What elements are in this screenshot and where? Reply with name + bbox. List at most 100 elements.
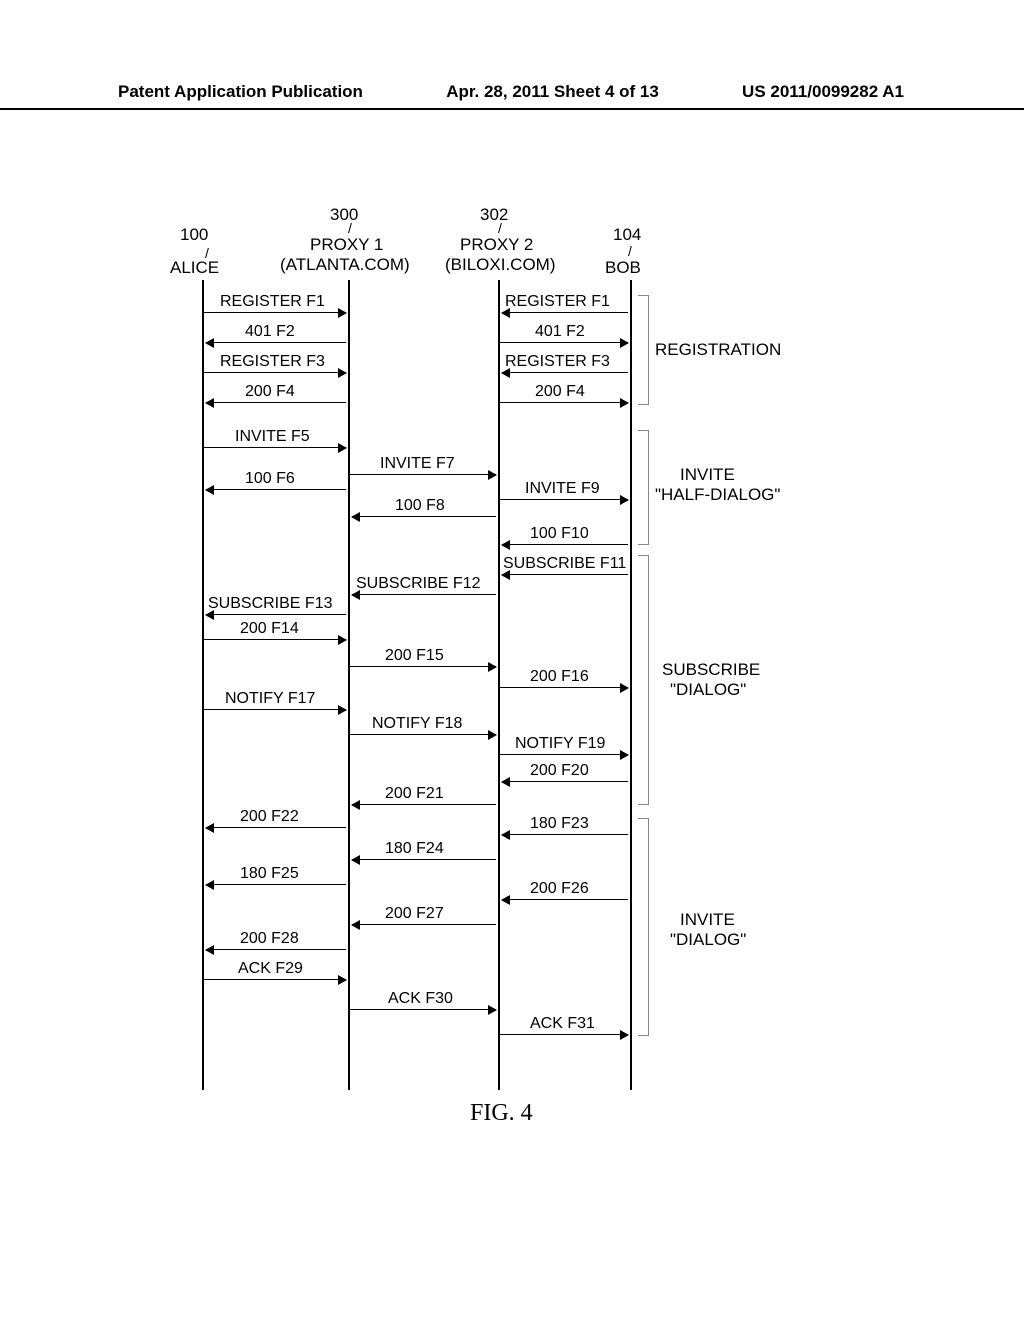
tick-mark: / <box>348 220 352 236</box>
msg-200-f14: 200 F14 <box>240 620 299 638</box>
msg-100-f8: 100 F8 <box>395 497 445 515</box>
arrow <box>502 899 628 900</box>
msg-200-f15: 200 F15 <box>385 647 444 665</box>
lifeline-alice <box>202 280 204 1090</box>
actor-alice-name: ALICE <box>170 258 219 278</box>
arrow <box>206 402 346 403</box>
tick-mark: / <box>498 220 502 236</box>
lifeline-bob <box>630 280 632 1090</box>
arrow <box>204 372 346 373</box>
arrow <box>204 447 346 448</box>
tick-mark: / <box>628 243 632 259</box>
phase-invite-half-a: INVITE <box>680 465 735 485</box>
arrow <box>500 499 628 500</box>
phase-invite-dialog-a: INVITE <box>680 910 735 930</box>
arrow <box>500 1034 628 1035</box>
arrow <box>352 516 496 517</box>
msg-ack-f30: ACK F30 <box>388 990 453 1008</box>
msg-200-f4-b: 200 F4 <box>535 383 585 401</box>
msg-notify-f17: NOTIFY F17 <box>225 690 315 708</box>
msg-subscribe-f11: SUBSCRIBE F11 <box>503 555 626 573</box>
arrow <box>502 372 628 373</box>
actor-bob-ref: 104 <box>613 225 641 245</box>
actor-alice-ref: 100 <box>180 225 208 245</box>
msg-200-f27: 200 F27 <box>385 905 444 923</box>
msg-notify-f18: NOTIFY F18 <box>372 715 462 733</box>
msg-invite-f7: INVITE F7 <box>380 455 455 473</box>
arrow <box>206 342 346 343</box>
arrow <box>350 474 496 475</box>
msg-200-f4-a: 200 F4 <box>245 383 295 401</box>
actor-proxy2-name: PROXY 2 <box>460 235 533 255</box>
arrow <box>352 924 496 925</box>
msg-subscribe-f12: SUBSCRIBE F12 <box>356 575 480 593</box>
arrow <box>502 834 628 835</box>
phase-brace-subscribe <box>638 555 649 805</box>
actor-proxy2-sub: (BILOXI.COM) <box>445 255 556 275</box>
arrow <box>204 709 346 710</box>
arrow <box>350 734 496 735</box>
phase-subscribe-a: SUBSCRIBE <box>662 660 760 680</box>
phase-brace-invite-half <box>638 430 649 545</box>
msg-200-f16: 200 F16 <box>530 668 589 686</box>
msg-ack-f31: ACK F31 <box>530 1015 595 1033</box>
msg-register-f1-a: REGISTER F1 <box>220 293 325 311</box>
phase-invite-half-b: "HALF-DIALOG" <box>655 485 780 505</box>
arrow <box>206 827 346 828</box>
msg-200-f28: 200 F28 <box>240 930 299 948</box>
msg-notify-f19: NOTIFY F19 <box>515 735 605 753</box>
arrow <box>352 804 496 805</box>
arrow <box>502 781 628 782</box>
msg-200-f22: 200 F22 <box>240 808 299 826</box>
patent-page: Patent Application Publication Apr. 28, … <box>0 0 1024 1320</box>
arrow <box>502 574 628 575</box>
arrow <box>206 489 346 490</box>
msg-180-f24: 180 F24 <box>385 840 444 858</box>
msg-invite-f5: INVITE F5 <box>235 428 310 446</box>
msg-100-f6: 100 F6 <box>245 470 295 488</box>
arrow <box>500 754 628 755</box>
msg-100-f10: 100 F10 <box>530 525 589 543</box>
msg-register-f3-a: REGISTER F3 <box>220 353 325 371</box>
msg-register-f1-b: REGISTER F1 <box>505 293 610 311</box>
arrow <box>352 594 496 595</box>
arrow <box>350 666 496 667</box>
msg-subscribe-f13: SUBSCRIBE F13 <box>208 595 332 613</box>
page-header: Patent Application Publication Apr. 28, … <box>0 82 1024 110</box>
arrow <box>500 342 628 343</box>
msg-invite-f9: INVITE F9 <box>525 480 600 498</box>
arrow <box>204 639 346 640</box>
msg-200-f26: 200 F26 <box>530 880 589 898</box>
phase-registration: REGISTRATION <box>655 340 781 360</box>
arrow <box>500 687 628 688</box>
actor-proxy2-ref: 302 <box>480 205 508 225</box>
msg-401-f2-a: 401 F2 <box>245 323 295 341</box>
arrow <box>206 949 346 950</box>
arrow <box>502 544 628 545</box>
header-right: US 2011/0099282 A1 <box>742 82 904 102</box>
arrow <box>206 884 346 885</box>
msg-200-f21: 200 F21 <box>385 785 444 803</box>
phase-brace-invite-dialog <box>638 818 649 1036</box>
msg-200-f20: 200 F20 <box>530 762 589 780</box>
header-center: Apr. 28, 2011 Sheet 4 of 13 <box>446 82 659 102</box>
arrow <box>350 1009 496 1010</box>
arrow <box>204 312 346 313</box>
arrow <box>206 614 346 615</box>
msg-401-f2-b: 401 F2 <box>535 323 585 341</box>
phase-subscribe-b: "DIALOG" <box>670 680 746 700</box>
phase-invite-dialog-b: "DIALOG" <box>670 930 746 950</box>
arrow <box>204 979 346 980</box>
actor-proxy1-sub: (ATLANTA.COM) <box>280 255 410 275</box>
msg-180-f23: 180 F23 <box>530 815 589 833</box>
lifeline-proxy1 <box>348 280 350 1090</box>
header-left: Patent Application Publication <box>118 82 363 102</box>
actor-proxy1-ref: 300 <box>330 205 358 225</box>
msg-register-f3-b: REGISTER F3 <box>505 353 610 371</box>
actor-proxy1-name: PROXY 1 <box>310 235 383 255</box>
arrow <box>500 402 628 403</box>
arrow <box>352 859 496 860</box>
phase-brace-registration <box>638 295 649 405</box>
sequence-diagram: 100 / ALICE 300 / PROXY 1 (ATLANTA.COM) … <box>190 190 890 1110</box>
arrow <box>502 312 628 313</box>
